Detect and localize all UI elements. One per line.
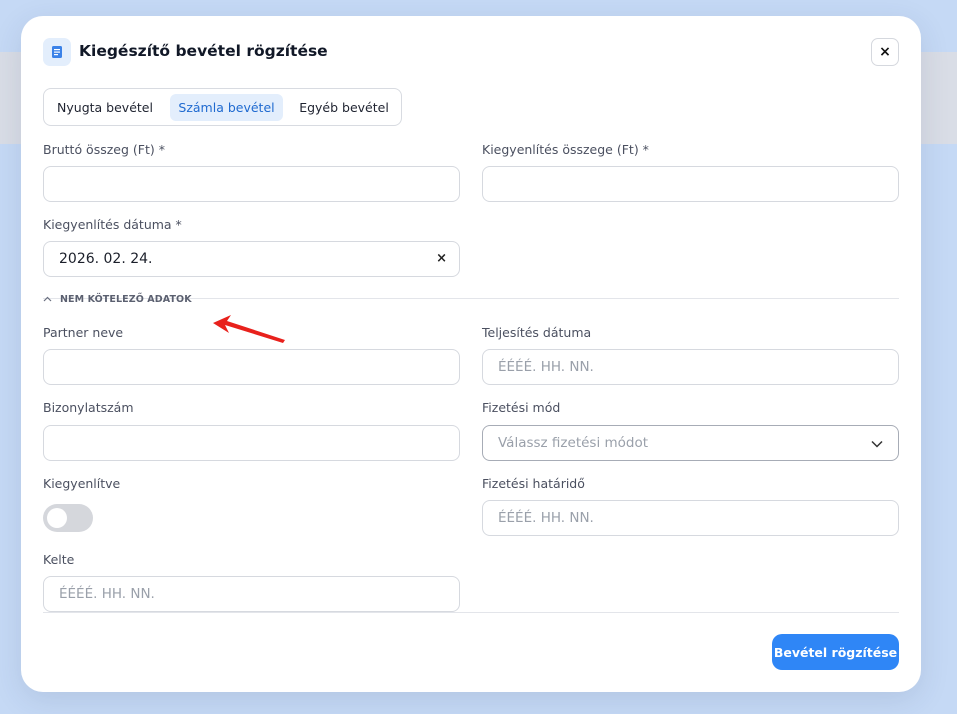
settlement-date-label: Kiegyenlítés dátuma *: [43, 217, 182, 232]
settlement-date-value: 2026. 02. 24.: [59, 251, 153, 267]
issue-date-input[interactable]: ÉÉÉÉ. HH. NN.: [43, 576, 460, 612]
document-number-input[interactable]: [43, 425, 460, 461]
gross-amount-input[interactable]: [43, 166, 460, 202]
tab-other-income[interactable]: Egyéb bevétel: [290, 94, 398, 121]
partner-name-label: Partner neve: [43, 325, 124, 340]
tab-invoice-income[interactable]: Számla bevétel: [170, 94, 283, 121]
close-button[interactable]: ×: [871, 38, 899, 66]
document-icon: [43, 38, 71, 66]
toggle-knob: [47, 508, 67, 528]
settlement-date-input[interactable]: 2026. 02. 24. ×: [43, 241, 460, 277]
tab-receipt-income[interactable]: Nyugta bevétel: [49, 94, 161, 121]
chevron-down-icon: [871, 440, 883, 448]
issue-date-label: Kelte: [43, 552, 75, 567]
completion-date-input[interactable]: ÉÉÉÉ. HH. NN.: [482, 349, 899, 385]
payment-method-select[interactable]: Válassz fizetési módot: [482, 425, 899, 461]
optional-data-toggle[interactable]: NEM KÖTELEZŐ ADATOK: [43, 292, 192, 306]
settled-label: Kiegyenlítve: [43, 476, 121, 491]
annotation-arrow: [213, 315, 285, 343]
gross-amount-label: Bruttó összeg (Ft) *: [43, 142, 165, 157]
document-number-label: Bizonylatszám: [43, 400, 134, 415]
payment-deadline-input[interactable]: ÉÉÉÉ. HH. NN.: [482, 500, 899, 536]
clear-date-icon[interactable]: ×: [436, 251, 447, 266]
partner-name-input[interactable]: [43, 349, 460, 385]
optional-data-label: NEM KÖTELEZŐ ADATOK: [60, 293, 192, 305]
footer-divider: [43, 612, 899, 613]
close-icon: ×: [879, 44, 891, 60]
chevron-up-icon: [43, 296, 52, 302]
payment-method-placeholder: Válassz fizetési módot: [498, 435, 649, 451]
settlement-amount-label: Kiegyenlítés összege (Ft) *: [482, 142, 649, 157]
settlement-amount-input[interactable]: [482, 166, 899, 202]
income-type-tabs: Nyugta bevétel Számla bevétel Egyéb bevé…: [43, 88, 402, 126]
payment-method-label: Fizetési mód: [482, 400, 561, 415]
settled-toggle[interactable]: [43, 504, 93, 532]
payment-deadline-label: Fizetési határidő: [482, 476, 585, 491]
modal-title: Kiegészítő bevétel rögzítése: [79, 42, 328, 60]
submit-income-button[interactable]: Bevétel rögzítése: [772, 634, 899, 670]
income-modal: Kiegészítő bevétel rögzítése × Nyugta be…: [21, 16, 921, 692]
completion-date-label: Teljesítés dátuma: [482, 325, 592, 340]
